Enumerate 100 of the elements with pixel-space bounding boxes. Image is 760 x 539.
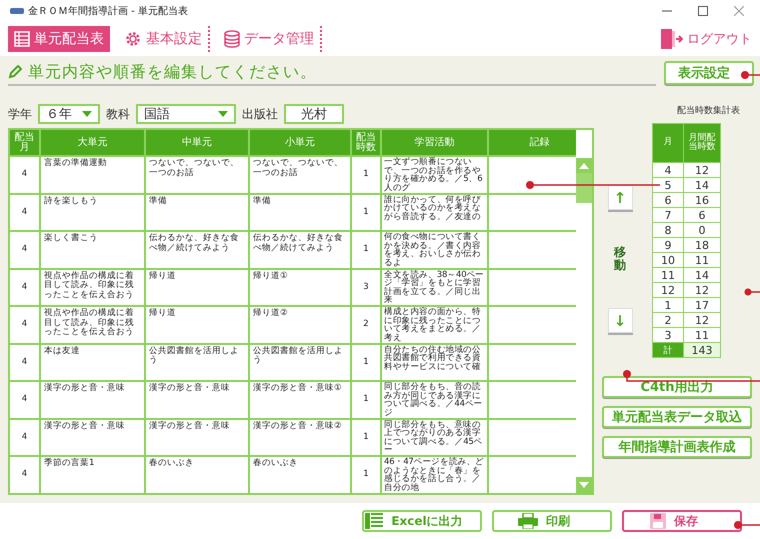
select-field[interactable]: ６年 [38,104,100,124]
leader-line [734,521,760,529]
table-cell: 11 [653,268,683,282]
table-cell: 公共図書館を活用しよう [146,344,248,380]
table-cell: 同じ部分をもち、音の読み方が同じである漢字について調べる。／44ページ [382,382,487,418]
table-cell: 漢字の形と音・意味 [41,420,144,455]
move-label: 移動 [614,246,626,272]
instruction-text: 単元内容や順番を編集してください。 [28,62,317,82]
table-cell: 4 [10,420,39,455]
column-header: 記録 [489,130,576,155]
table-cell: 春のいぶき [250,457,350,492]
column-header: 配当月 [10,130,39,155]
total-label: 計 [653,343,683,357]
table-cell: 46・47ページを読み、どのようなときに「春」を感じるかを話し合う。／自分の地 [382,457,487,492]
save-button[interactable]: 保存 [622,510,742,532]
table-cell: 春のいぶき [146,457,248,492]
table-cell: 0 [684,223,720,237]
table-cell: 14 [684,268,720,282]
table-cell: 4 [10,382,39,418]
table-cell: 3 [352,270,380,305]
table-cell: 誰に向かって、何を呼びかけているのかを考えながら音読する。／友達の [382,194,487,230]
gear-icon [124,30,142,48]
nav-tab[interactable]: データ管理 [218,26,322,52]
table-cell: 言葉の準備運動 [41,157,144,192]
table-cell: 9 [653,238,683,252]
table-cell: 8 [653,223,683,237]
table-cell: 1 [352,457,380,492]
exit-door-icon [661,29,683,49]
table-cell: 詩を楽しもう [41,194,144,230]
nav-tab[interactable]: 単元配当表 [8,26,110,52]
table-cell: 6 [653,193,683,207]
total-cell: 143 [684,343,720,357]
table-cell: 季節の言葉1 [41,457,144,492]
action-button[interactable]: 単元配当表データ取込 [602,406,752,428]
filter-label: 出版社 [242,106,278,122]
print-button[interactable]: 印刷 [492,510,612,532]
table-cell: つないで、つないで、一つのお話 [146,157,248,192]
table-cell: 4 [10,307,39,342]
export-button[interactable]: Excelに出力 [362,510,482,532]
table-cell: 12 [684,283,720,297]
scroll-up-icon[interactable] [576,158,592,174]
table-cell: 1 [653,298,683,312]
table-cell: 1 [352,420,380,455]
table-cell: 本は友達 [41,344,144,380]
table-cell: 2 [352,307,380,342]
table-cell: 4 [10,344,39,380]
table-cell: 2 [653,313,683,327]
nav-tab[interactable]: 基本設定 [118,26,210,52]
column-header: 月間配当時数 [684,124,720,162]
database-icon [224,30,240,48]
table-cell: 12 [653,283,683,297]
table-cell: 帰り道 [146,270,248,305]
table-cell: 帰り道 [146,307,248,342]
table-cell: 準備 [250,194,350,230]
table-cell: 3 [653,328,683,342]
scrollbar-thumb[interactable] [576,173,592,203]
scroll-down-icon[interactable] [576,477,592,493]
table-cell: 1 [352,232,380,268]
table-cell: 10 [653,253,683,267]
table-cell: 4 [10,194,39,230]
table-cell: 1 [352,344,380,380]
table-cell: 帰り道① [250,270,350,305]
maximize-icon[interactable] [698,6,708,16]
table-cell: 4 [10,270,39,305]
display-settings-button[interactable]: 表示設定 [664,61,754,85]
table-cell: 同じ部分をもち、意味の上でつながりのある漢字について調べる。／45ペー [382,420,487,455]
filter-label: 教科 [106,106,130,122]
column-header: 配当時数 [352,130,380,155]
table-cell: 何の食べ物について書くかを決める。／書く内容を考え、おいしさが伝わるよ [382,232,487,268]
table-cell: 1 [352,194,380,230]
filter-label: 学年 [8,106,32,122]
column-header: 大単元 [41,130,144,155]
table-cell: 伝わるかな、好きな食べ物／続けてみよう [250,232,350,268]
table-cell: 帰り道② [250,307,350,342]
close-icon[interactable] [734,6,744,16]
column-header: 小単元 [250,130,350,155]
spreadsheet-icon [365,513,384,529]
text-field[interactable]: 光村 [284,104,344,124]
select-field[interactable]: 国語 [136,104,236,124]
leader-line [741,71,760,79]
pencil-icon [8,65,22,79]
move-up-button[interactable]: ↑ [608,185,632,210]
table-cell: 漢字の形と音・意味 [41,382,144,418]
table-cell: 準備 [146,194,248,230]
table-cell: 16 [684,193,720,207]
table-cell: つないで、つないで、一つのお話 [250,157,350,192]
table-cell: 視点や作品の構成に着目して読み、印象に残ったことを伝え合おう [41,270,144,305]
table-cell: 4 [10,457,39,492]
leader-line [744,288,760,296]
move-down-button[interactable]: ↓ [608,308,632,334]
table-cell: 漢字の形と音・意味 [146,382,248,418]
table-cell: 17 [684,298,720,312]
table-cell: 構成と内容の面から、特に印象に残ったことについて考えをまとめる。／考え [382,307,487,342]
action-button[interactable]: 年間指導計画表作成 [602,436,752,458]
table-cell: 5 [653,178,683,192]
column-header: 中単元 [146,130,248,155]
table-icon [14,31,30,47]
logout-link[interactable]: ログアウト [661,29,752,49]
table-cell: 1 [352,382,380,418]
window-title: 金ＲＯＭ年間指導計画 - 単元配当表 [28,4,189,18]
